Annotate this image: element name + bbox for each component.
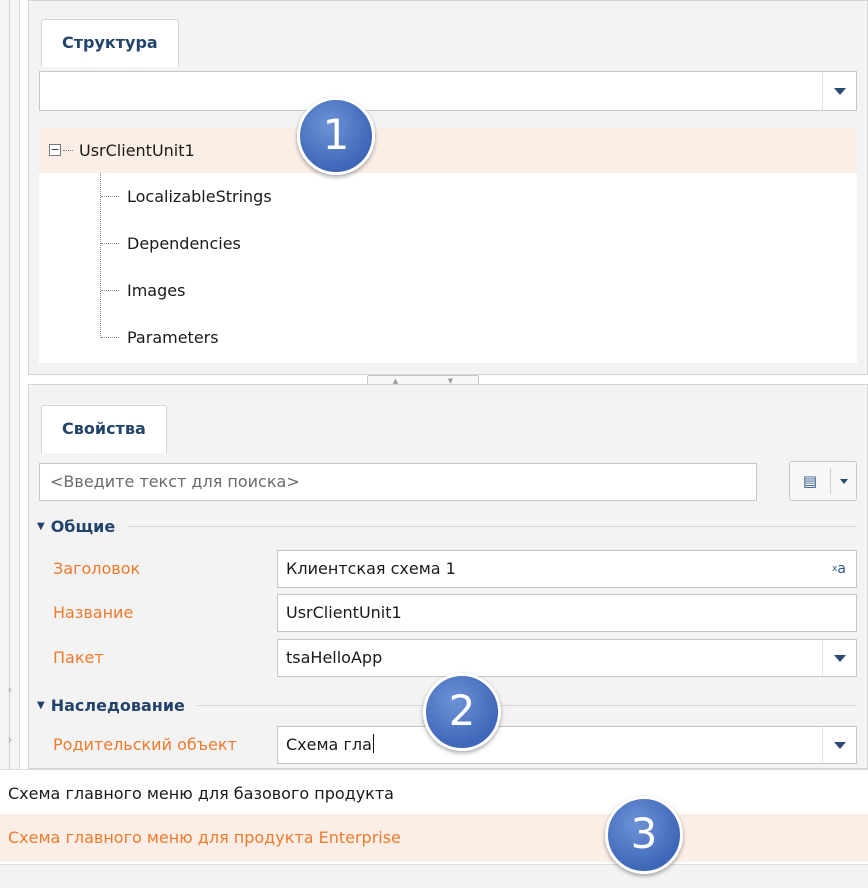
name-field[interactable]: UsrClientUnit1 [277, 594, 857, 632]
tree-node-parameters[interactable]: Parameters [39, 314, 857, 361]
prop-row-title: Заголовок Клиентская схема 1 xa [39, 548, 857, 590]
tree-connector [101, 243, 119, 244]
tree-node-dependencies[interactable]: Dependencies [39, 220, 857, 267]
structure-combo[interactable] [39, 71, 857, 111]
collapse-icon[interactable]: − [49, 144, 61, 156]
autocomplete-item-highlighted[interactable]: Схема главного меню для продукта Enterpr… [0, 814, 868, 862]
tree-node-label: LocalizableStrings [127, 187, 272, 206]
name-field-value: UsrClientUnit1 [286, 603, 402, 622]
tree-root-node[interactable]: − UsrClientUnit1 [39, 127, 857, 173]
package-select[interactable]: tsaHelloApp [277, 639, 857, 677]
properties-search-input[interactable]: <Введите текст для поиска> [39, 463, 757, 501]
tab-structure[interactable]: Структура [41, 19, 179, 67]
autocomplete-list: Схема главного меню для базового продукт… [0, 769, 868, 888]
title-field-value: Клиентская схема 1 [286, 559, 456, 578]
prop-label-parent: Родительский объект [53, 735, 237, 754]
package-select-value: tsaHelloApp [286, 648, 383, 667]
tree-root-label: UsrClientUnit1 [79, 140, 195, 160]
tree-connector [63, 149, 73, 151]
parent-dropdown-button[interactable] [822, 727, 856, 763]
left-rail: ‹ › [0, 0, 20, 888]
divider [127, 525, 857, 527]
rail-collapse-left-icon[interactable]: ‹ [3, 678, 17, 702]
tree-node-label: Parameters [127, 328, 219, 347]
properties-list-icon: ▤ [802, 472, 818, 490]
tree-node-localizable-strings[interactable]: LocalizableStrings [39, 173, 857, 220]
structure-combo-dropdown-button[interactable] [822, 72, 856, 110]
callout-badge-3: 3 [605, 796, 683, 874]
tree-connector [101, 196, 119, 197]
prop-label-package: Пакет [53, 648, 104, 667]
group-general-label: Общие [50, 516, 116, 536]
list-footer [0, 864, 868, 888]
group-inheritance-label: Наследование [50, 695, 185, 715]
group-general[interactable]: ▼ Общие [37, 512, 857, 540]
text-cursor [372, 734, 374, 753]
rail-expand-right-icon[interactable]: › [3, 728, 17, 752]
autocomplete-item[interactable]: Схема главного меню для базового продукт… [0, 770, 868, 818]
caret-down-icon: ▼ [37, 520, 45, 532]
rail-divider [9, 0, 10, 888]
tab-properties[interactable]: Свойства [41, 405, 167, 453]
tree-connector [101, 290, 119, 291]
chevron-down-icon [833, 741, 846, 749]
tree-node-images[interactable]: Images [39, 267, 857, 314]
caret-down-icon: ▼ [37, 699, 45, 711]
tree-connector [101, 337, 119, 338]
properties-view-button[interactable]: ▤ [789, 461, 857, 501]
chevron-down-icon[interactable] [831, 478, 856, 484]
chevron-down-icon [833, 87, 846, 95]
divider [196, 704, 857, 706]
structure-tree: − UsrClientUnit1 LocalizableStrings Depe… [39, 127, 857, 363]
chevron-down-icon [833, 654, 846, 662]
structure-panel: Структура − UsrClientUnit1 LocalizableSt… [28, 0, 868, 375]
tree-node-label: Images [127, 281, 186, 300]
package-dropdown-button[interactable] [822, 640, 856, 676]
callout-badge-2: 2 [423, 673, 501, 751]
prop-row-package: Пакет tsaHelloApp [39, 637, 857, 679]
parent-object-input[interactable]: Схема гла [277, 726, 857, 764]
prop-row-name: Название UsrClientUnit1 [39, 592, 857, 634]
title-field[interactable]: Клиентская схема 1 xa [277, 550, 857, 588]
prop-label-name: Название [53, 603, 134, 622]
tree-node-label: Dependencies [127, 234, 241, 253]
callout-badge-1: 1 [297, 97, 375, 175]
prop-label-title: Заголовок [53, 559, 141, 578]
xa-icon[interactable]: xa [822, 551, 856, 587]
parent-object-value: Схема гла [286, 735, 372, 754]
